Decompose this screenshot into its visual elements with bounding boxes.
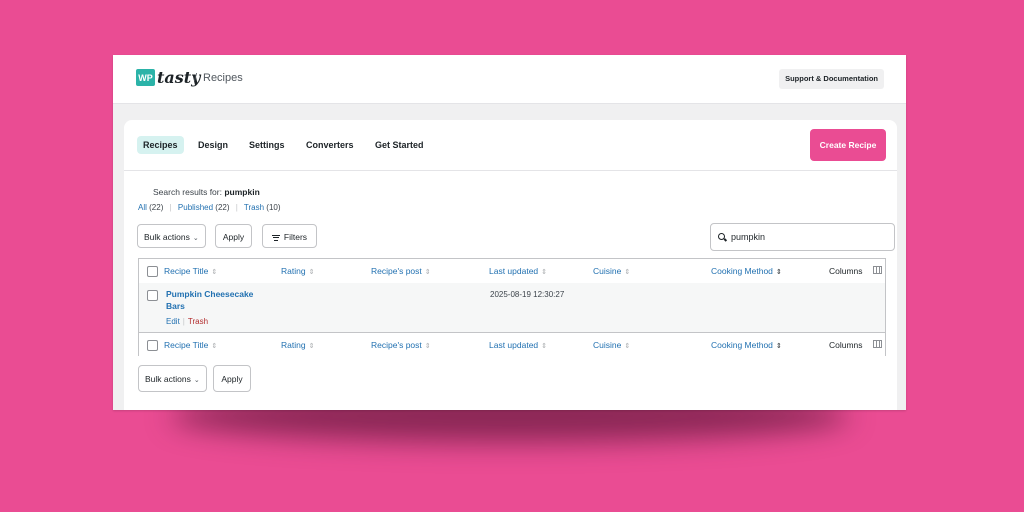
row-actions: Edit | Trash — [166, 317, 209, 326]
view-all-link[interactable]: All — [138, 203, 147, 212]
sort-icon: ⇕ — [308, 343, 315, 350]
view-published-link[interactable]: Published — [178, 203, 213, 212]
tab-design[interactable]: Design — [192, 136, 234, 154]
col-rating[interactable]: Rating ⇕ — [281, 266, 314, 276]
search-query: pumpkin — [224, 187, 260, 197]
create-recipe-button[interactable]: Create Recipe — [810, 129, 886, 161]
select-all-checkbox[interactable] — [147, 266, 158, 277]
col-cuisine[interactable]: Cuisine ⇕ — [593, 266, 630, 276]
sort-icon: ⇕ — [211, 269, 218, 276]
app-window: WP tasty / Recipes Support & Documentati… — [113, 55, 906, 410]
sort-icon: ⇕ — [541, 269, 548, 276]
columns-icon[interactable] — [873, 266, 882, 274]
select-all-checkbox-footer[interactable] — [147, 340, 158, 351]
col-last-updated-footer[interactable]: Last updated ⇕ — [489, 340, 547, 350]
table-footer: Recipe Title ⇕ Rating ⇕ Recipe's post ⇕ Las… — [139, 332, 885, 357]
chevron-down-icon: ⌄ — [192, 235, 199, 242]
filters-button[interactable]: Filters — [262, 224, 317, 248]
view-trash-count: (10) — [266, 203, 281, 212]
columns-toggle-footer[interactable]: Columns — [829, 340, 863, 350]
col-recipe-title-footer[interactable]: Recipe Title ⇕ — [164, 340, 217, 350]
sort-icon: ⇕ — [775, 269, 782, 276]
edit-link[interactable]: Edit — [166, 317, 180, 326]
col-last-updated[interactable]: Last updated ⇕ — [489, 266, 547, 276]
recipes-table: Recipe Title ⇕ Rating ⇕ Recipe's post ⇕ Las… — [138, 258, 886, 357]
sort-icon: ⇕ — [541, 343, 548, 350]
columns-toggle[interactable]: Columns — [829, 266, 863, 276]
search-results-text: Search results for: pumpkin — [153, 187, 260, 197]
row-checkbox[interactable] — [147, 290, 158, 301]
col-cooking-method[interactable]: Cooking Method ⇕ — [711, 266, 782, 276]
sort-icon: ⇕ — [624, 343, 631, 350]
breadcrumb-separator: / — [194, 72, 198, 84]
apply-button-top[interactable]: Apply — [215, 224, 252, 248]
tab-recipes[interactable]: Recipes — [137, 136, 184, 154]
breadcrumb: Recipes — [203, 72, 243, 84]
tab-get-started[interactable]: Get Started — [369, 136, 430, 154]
apply-button-bottom[interactable]: Apply — [213, 365, 251, 392]
tab-bar: Recipes Design Settings Converters Get S… — [124, 120, 897, 171]
trash-link[interactable]: Trash — [188, 317, 208, 326]
columns-icon[interactable] — [873, 340, 882, 348]
view-all-count: (22) — [149, 203, 164, 212]
last-updated-value: 2025-08-19 12:30:27 — [490, 290, 565, 299]
col-rating-footer[interactable]: Rating ⇕ — [281, 340, 314, 350]
support-docs-button[interactable]: Support & Documentation — [779, 69, 884, 89]
logo-badge: WP — [136, 69, 155, 86]
tab-settings[interactable]: Settings — [243, 136, 291, 154]
sort-icon: ⇕ — [211, 343, 218, 350]
recipe-title-link[interactable]: Pumpkin Cheesecake Bars — [166, 288, 266, 312]
col-cuisine-footer[interactable]: Cuisine ⇕ — [593, 340, 630, 350]
sort-icon: ⇕ — [624, 269, 631, 276]
view-published-count: (22) — [215, 203, 230, 212]
col-recipe-title[interactable]: Recipe Title ⇕ — [164, 266, 217, 276]
chevron-down-icon: ⌄ — [193, 377, 200, 384]
tab-converters[interactable]: Converters — [300, 136, 360, 154]
table-row: Pumpkin Cheesecake Bars Edit | Trash 2025-… — [139, 283, 885, 332]
recipes-card: Recipes Design Settings Converters Get S… — [124, 120, 897, 410]
sort-icon: ⇕ — [775, 343, 782, 350]
search-icon — [718, 233, 725, 240]
col-cooking-method-footer[interactable]: Cooking Method ⇕ — [711, 340, 782, 350]
top-bar: WP tasty / Recipes Support & Documentati… — [113, 55, 906, 104]
filter-icon — [271, 233, 280, 242]
search-input[interactable]: pumpkin — [710, 223, 895, 251]
sort-icon: ⇕ — [308, 269, 315, 276]
view-trash-link[interactable]: Trash — [244, 203, 264, 212]
bulk-actions-select-bottom[interactable]: Bulk actions ⌄ — [138, 365, 207, 392]
bulk-actions-select-top[interactable]: Bulk actions ⌄ — [137, 224, 206, 248]
status-views: All (22) | Published (22) | Trash (10) — [138, 203, 281, 212]
sort-icon: ⇕ — [424, 343, 431, 350]
table-header: Recipe Title ⇕ Rating ⇕ Recipe's post ⇕ Las… — [139, 259, 885, 284]
col-recipes-post[interactable]: Recipe's post ⇕ — [371, 266, 431, 276]
sort-icon: ⇕ — [424, 269, 431, 276]
col-recipes-post-footer[interactable]: Recipe's post ⇕ — [371, 340, 431, 350]
wp-tasty-logo[interactable]: WP tasty — [136, 68, 200, 87]
